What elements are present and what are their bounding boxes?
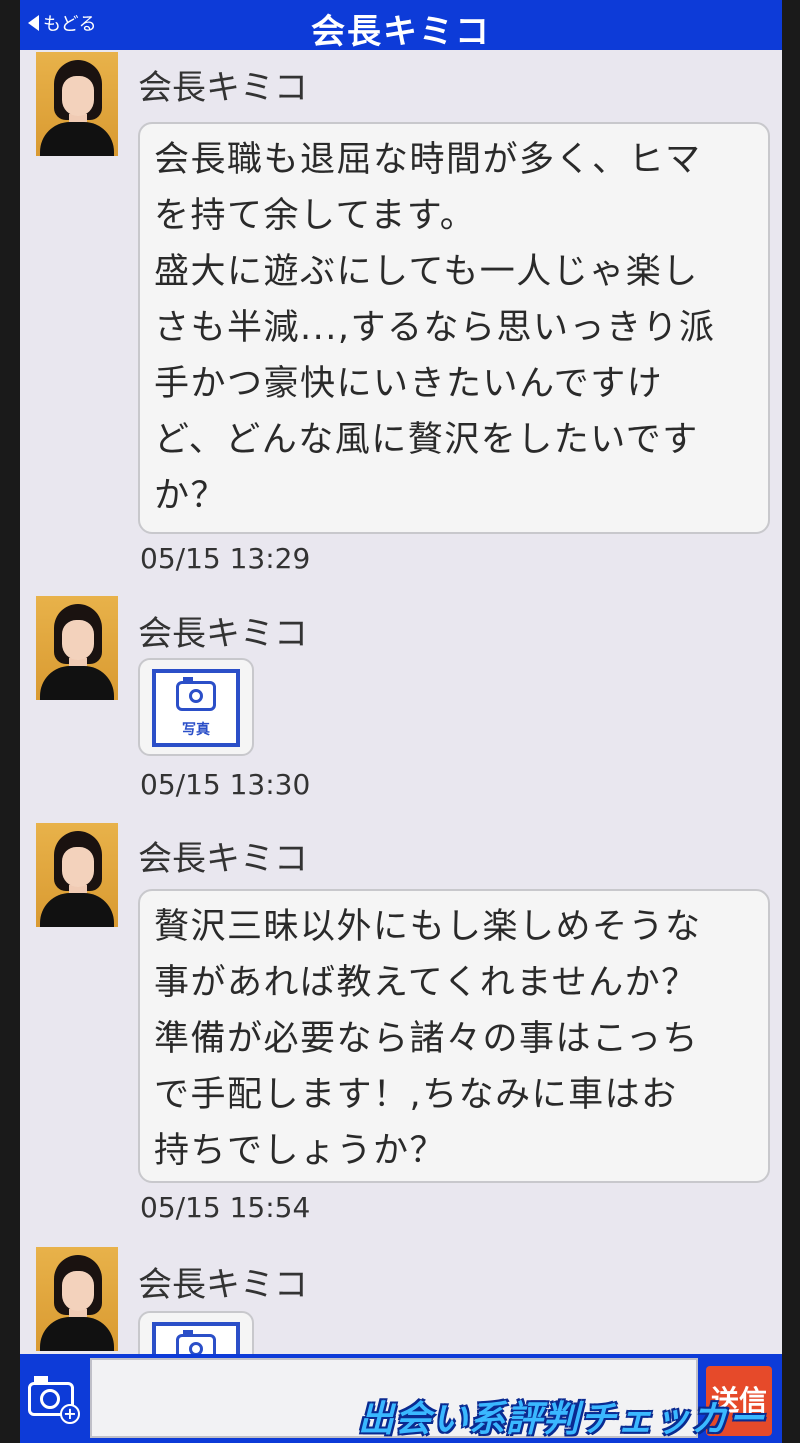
page-title: 会長キミコ: [311, 12, 491, 52]
message-line: 会長職も退屈な時間が多く、ヒマ: [154, 140, 702, 180]
sender-name: 会長キミコ: [138, 839, 308, 879]
attach-photo-button[interactable]: +: [26, 1368, 84, 1428]
header-bar: もどる 会長キミコ: [20, 0, 782, 52]
message-line: を持て余してます。: [154, 196, 477, 236]
photo-attachment[interactable]: 写真: [138, 658, 254, 756]
message-line: 贅沢三昧以外にもし楽しめそうな: [154, 907, 702, 947]
message-line: 持ちでしょうか？: [154, 1131, 447, 1171]
message-line: で手配します！,ちなみに車はお: [154, 1075, 678, 1115]
message-bubble: 贅沢三昧以外にもし楽しめそうな 事があれば教えてくれませんか？ 準備が必要なら諸…: [138, 889, 770, 1183]
message-line: 手かつ豪快にいきたいんですけ: [154, 364, 664, 404]
photo-label: 写真: [182, 722, 210, 738]
message-line: 盛大に遊ぶにしても一人じゃ楽し: [154, 252, 699, 292]
avatar[interactable]: [36, 596, 118, 700]
message-timestamp: 05/15 13:30: [140, 768, 311, 801]
avatar[interactable]: [36, 1247, 118, 1351]
sender-name: 会長キミコ: [138, 614, 308, 654]
photo-icon: 写真: [152, 669, 240, 747]
message-line: 事があれば教えてくれませんか？: [154, 963, 698, 1003]
watermark-text: 出会い系評判チェッカー: [358, 1399, 766, 1440]
message-line: ど、どんな風に贅沢をしたいです: [154, 420, 699, 460]
message-timestamp: 05/15 15:54: [140, 1191, 311, 1224]
message-line: か？: [154, 476, 228, 516]
sender-name: 会長キミコ: [138, 68, 308, 108]
message-line: 準備が必要なら諸々の事はこっち: [154, 1019, 700, 1059]
sender-name: 会長キミコ: [138, 1265, 308, 1305]
avatar[interactable]: [36, 52, 118, 156]
avatar[interactable]: [36, 823, 118, 927]
plus-icon: +: [60, 1404, 80, 1424]
message-line: さも半減...,するなら思いっきり派: [154, 308, 716, 348]
message-bubble: 会長職も退屈な時間が多く、ヒマ を持て余してます。 盛大に遊ぶにしても一人じゃ楽…: [138, 122, 770, 534]
chat-screen: もどる 会長キミコ 会長キミコ 会長職も退屈な時間が多く、ヒマ を持て余してます…: [20, 0, 782, 1443]
camera-icon: [176, 677, 216, 711]
message-timestamp: 05/15 13:29: [140, 542, 311, 575]
